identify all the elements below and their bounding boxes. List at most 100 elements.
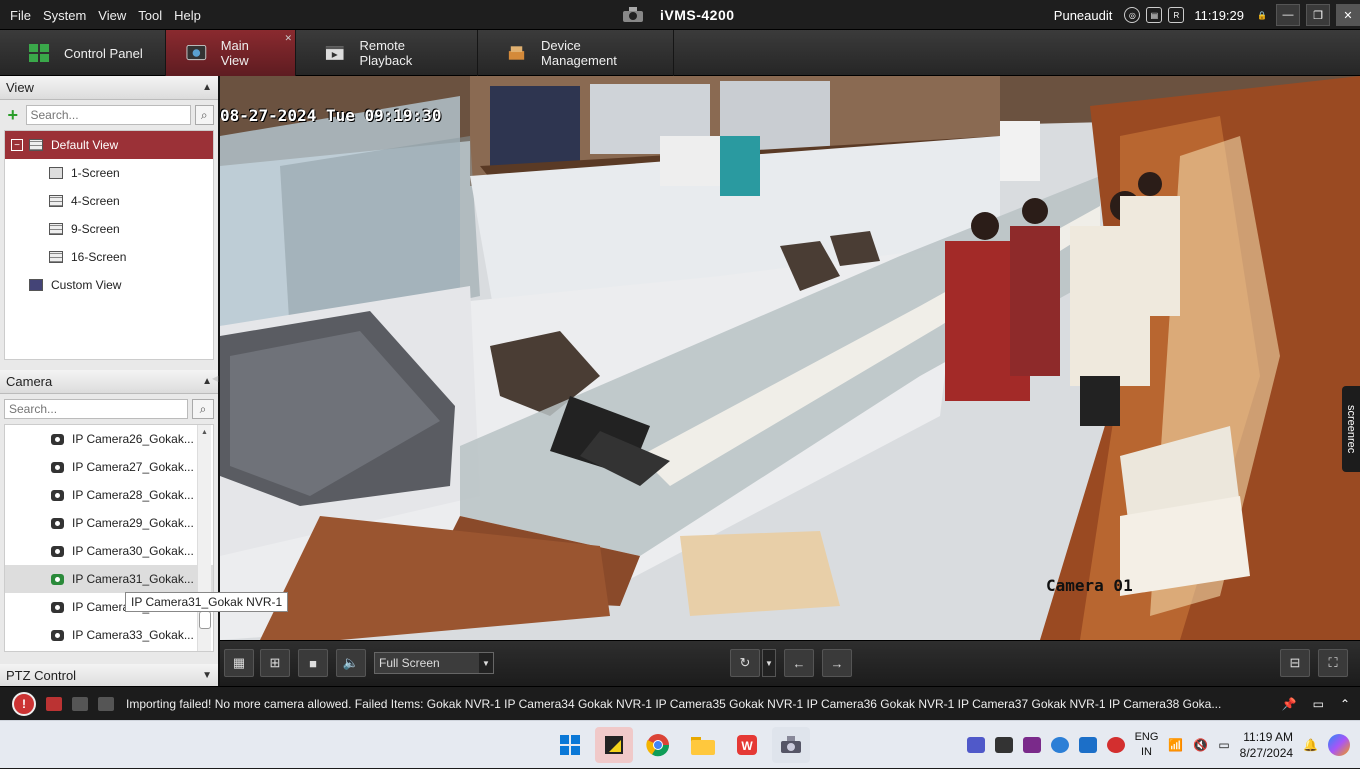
search-icon[interactable]: ⌕ (192, 399, 214, 419)
screen-mode-value: Full Screen (379, 656, 440, 670)
collapse-minus-icon[interactable]: − (11, 139, 23, 151)
tree-item-4-screen[interactable]: 4-Screen (5, 187, 213, 215)
window-division-icon[interactable]: ⊟ (1280, 649, 1310, 677)
minimize-button[interactable]: — (1276, 4, 1300, 26)
screen-layout-icon (49, 195, 63, 207)
hdd-icon[interactable]: ▤ (1146, 7, 1163, 23)
language-indicator[interactable]: ENG IN (1135, 730, 1159, 760)
volume-muted-icon[interactable]: 🔇 (1193, 738, 1208, 752)
camera-icon (51, 601, 64, 613)
stop-all-icon[interactable]: ■ (298, 649, 328, 677)
onedrive-icon[interactable] (1050, 737, 1069, 753)
warning-icon[interactable]: ! (12, 691, 36, 716)
view-icon (29, 139, 43, 151)
add-view-icon[interactable]: + (4, 105, 22, 125)
tab-main-view[interactable]: Main View ✕ (166, 30, 296, 76)
clock-date: 8/27/2024 (1239, 746, 1294, 760)
menu-system[interactable]: System (37, 8, 92, 23)
menu-help[interactable]: Help (168, 8, 207, 23)
taskbar-app-ivms[interactable] (772, 727, 810, 763)
tab-device-management[interactable]: Device Management (478, 30, 674, 76)
scroll-up-icon[interactable]: ▲ (198, 429, 211, 436)
expand-up-icon[interactable]: ⌃ (1340, 697, 1350, 711)
tree-item-9-screen[interactable]: 9-Screen (5, 215, 213, 243)
audio-off-icon[interactable] (98, 696, 114, 711)
layout-icon[interactable]: ⊞ (260, 649, 290, 677)
battery-icon[interactable]: ▭ (1218, 738, 1229, 752)
pin-icon[interactable]: 📌 (1282, 697, 1297, 711)
audio-mute-icon[interactable]: 🔈 (336, 649, 366, 677)
camera-item[interactable]: IP Camera27_Gokak... (5, 453, 213, 481)
globe-icon[interactable]: ◎ (1124, 7, 1141, 23)
camera-panel-header[interactable]: Camera ▲ (0, 370, 218, 394)
view-panel-header[interactable]: View ▲ (0, 76, 218, 100)
menu-tool[interactable]: Tool (132, 8, 168, 23)
tab-remote-playback[interactable]: Remote Playback (296, 30, 478, 76)
tree-item-1-screen[interactable]: 1-Screen (5, 159, 213, 187)
start-button[interactable] (551, 727, 589, 763)
tab-close-icon[interactable]: ✕ (284, 33, 292, 44)
camera-item[interactable]: IP Camera28_Gokak... (5, 481, 213, 509)
tree-item-default-view[interactable]: − Default View (5, 131, 213, 159)
app-title: iVMS-4200 (660, 7, 735, 23)
tab-control-panel[interactable]: Control Panel (0, 30, 166, 76)
chevron-down-icon[interactable]: ▼ (479, 653, 493, 673)
custom-view-icon (29, 279, 43, 291)
wifi-icon[interactable]: 📶 (1168, 738, 1183, 752)
camera-list-scrollbar[interactable]: ▲ (197, 425, 211, 651)
taskbar-clock[interactable]: 11:19 AM 8/27/2024 (1240, 729, 1293, 761)
refresh-menu-icon[interactable]: ▼ (762, 649, 776, 677)
taskbar-app-wps[interactable]: W (728, 727, 766, 763)
camera-search-input[interactable] (4, 399, 188, 419)
clock: 11:19:29 (1194, 7, 1244, 23)
scrollbar-thumb[interactable] (199, 611, 211, 629)
taskbar-app-chrome[interactable] (639, 727, 677, 763)
menu-file[interactable]: File (4, 8, 37, 23)
camera-item[interactable]: IP Camera26_Gokak... (5, 425, 213, 453)
view-panel-title: View (6, 80, 34, 95)
collapse-panel-icon[interactable]: ◀ (212, 374, 218, 383)
previous-page-icon[interactable]: ← (784, 649, 814, 677)
notification-bell-icon[interactable]: 🔔 (1303, 738, 1318, 752)
fullscreen-icon[interactable]: ⛶ (1318, 649, 1348, 677)
camera-item[interactable]: IP Camera29_Gokak... (5, 509, 213, 537)
menu-view[interactable]: View (92, 8, 132, 23)
maximize-button[interactable]: ❐ (1306, 4, 1330, 26)
copilot-icon[interactable] (1328, 734, 1350, 756)
tree-item-16-screen[interactable]: 16-Screen (5, 243, 213, 271)
lock-icon[interactable]: 🔒 (1254, 7, 1270, 23)
vector-icon[interactable] (994, 737, 1013, 753)
app-tray-icon[interactable] (1022, 737, 1041, 753)
camera-item[interactable]: IP Camera33_Gokak... (5, 621, 213, 649)
camera-label: IP Camera26_Gokak... (72, 432, 194, 446)
restore-icon[interactable]: ▭ (1313, 697, 1324, 711)
camera-item[interactable]: IP Camera30_Gokak... (5, 537, 213, 565)
save-view-icon[interactable]: ▦ (224, 649, 254, 677)
teams-icon[interactable] (966, 737, 985, 753)
video-camera-label: Camera 01 (1046, 576, 1133, 595)
taskbar-app-sticky[interactable] (595, 727, 633, 763)
collapse-icon[interactable]: ▲ (202, 376, 212, 387)
view-search-input[interactable] (25, 105, 191, 125)
tree-item-label: 9-Screen (71, 222, 120, 236)
ram-icon[interactable]: R (1168, 7, 1185, 23)
alarm-icon[interactable] (46, 696, 62, 711)
ptz-panel-header[interactable]: PTZ Control ▼ (0, 664, 218, 688)
collapse-icon[interactable]: ▲ (202, 82, 212, 93)
screenrec-tab[interactable]: screenrec (1342, 386, 1360, 472)
defender-icon[interactable] (1078, 737, 1097, 753)
live-video[interactable]: 08-27-2024 Tue 09:19:30 Camera 01 screen… (220, 76, 1360, 640)
search-icon[interactable]: ⌕ (194, 105, 214, 125)
expand-icon[interactable]: ▼ (202, 670, 212, 681)
tree-item-custom-view[interactable]: Custom View (5, 271, 213, 299)
taskbar-app-explorer[interactable] (684, 727, 722, 763)
record-icon[interactable] (1106, 737, 1125, 753)
screen-mode-select[interactable]: Full Screen ▼ (374, 652, 494, 674)
event-icon[interactable] (72, 696, 88, 711)
camera-label: IP Camera30_Gokak... (72, 544, 194, 558)
next-page-icon[interactable]: → (822, 649, 852, 677)
close-button[interactable]: ✕ (1336, 4, 1360, 26)
refresh-icon[interactable]: ↻ (730, 649, 760, 677)
tab-label: Remote Playback (359, 38, 413, 68)
camera-item[interactable]: IP Camera31_Gokak... (5, 565, 213, 593)
